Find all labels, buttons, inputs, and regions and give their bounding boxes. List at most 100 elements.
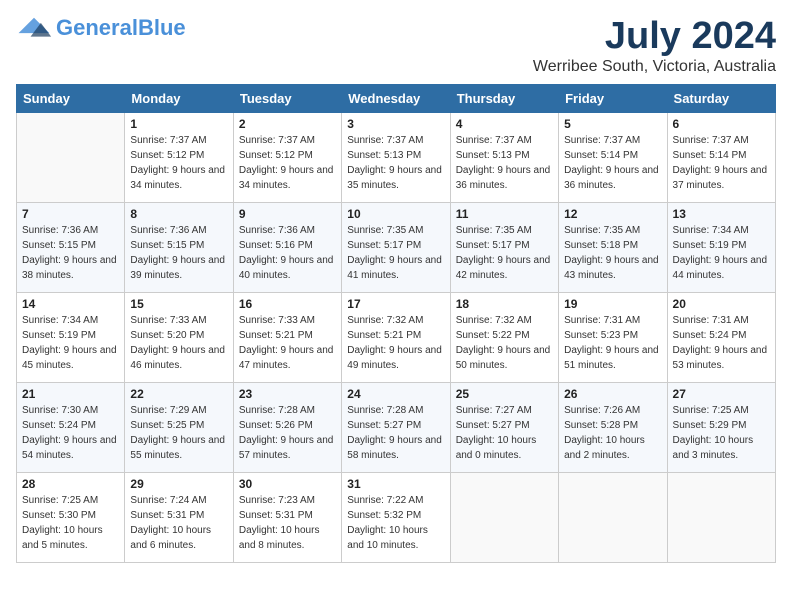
daylight-text: Daylight: 9 hours and 38 minutes. <box>22 253 119 283</box>
day-cell <box>17 112 125 202</box>
col-header-friday: Friday <box>559 84 667 112</box>
daylight-text: Daylight: 9 hours and 41 minutes. <box>347 253 444 283</box>
sunrise-text: Sunrise: 7:36 AM <box>239 223 336 238</box>
daylight-text: Daylight: 9 hours and 34 minutes. <box>130 163 227 193</box>
sunset-text: Sunset: 5:29 PM <box>673 418 770 433</box>
day-info: Sunrise: 7:36 AMSunset: 5:15 PMDaylight:… <box>130 223 227 283</box>
day-cell: 18Sunrise: 7:32 AMSunset: 5:22 PMDayligh… <box>450 292 558 382</box>
sunset-text: Sunset: 5:31 PM <box>130 508 227 523</box>
calendar-table: SundayMondayTuesdayWednesdayThursdayFrid… <box>16 84 776 563</box>
day-cell: 7Sunrise: 7:36 AMSunset: 5:15 PMDaylight… <box>17 202 125 292</box>
day-info: Sunrise: 7:37 AMSunset: 5:13 PMDaylight:… <box>456 133 553 193</box>
day-cell: 4 Sunrise: 7:37 AMSunset: 5:13 PMDaylight… <box>450 112 558 202</box>
daylight-text: Daylight: 9 hours and 39 minutes. <box>130 253 227 283</box>
daylight-text: Daylight: 9 hours and 40 minutes. <box>239 253 336 283</box>
day-info: Sunrise: 7:31 AMSunset: 5:24 PMDaylight:… <box>673 313 770 373</box>
sunset-text: Sunset: 5:13 PM <box>456 148 553 163</box>
day-info: Sunrise: 7:37 AMSunset: 5:14 PMDaylight:… <box>673 133 770 193</box>
sunset-text: Sunset: 5:31 PM <box>239 508 336 523</box>
sunrise-text: Sunrise: 7:35 AM <box>347 223 444 238</box>
day-cell: 22Sunrise: 7:29 AMSunset: 5:25 PMDayligh… <box>125 382 233 472</box>
day-number: 26 <box>564 387 661 401</box>
sunset-text: Sunset: 5:24 PM <box>673 328 770 343</box>
day-cell: 16Sunrise: 7:33 AMSunset: 5:21 PMDayligh… <box>233 292 341 382</box>
day-info: Sunrise: 7:35 AMSunset: 5:17 PMDaylight:… <box>347 223 444 283</box>
daylight-text: Daylight: 9 hours and 36 minutes. <box>564 163 661 193</box>
day-info: Sunrise: 7:27 AMSunset: 5:27 PMDaylight:… <box>456 403 553 463</box>
sunrise-text: Sunrise: 7:31 AM <box>673 313 770 328</box>
logo: GeneralBlue <box>16 16 186 40</box>
sunrise-text: Sunrise: 7:37 AM <box>239 133 336 148</box>
location-title: Werribee South, Victoria, Australia <box>533 58 776 76</box>
sunrise-text: Sunrise: 7:24 AM <box>130 493 227 508</box>
daylight-text: Daylight: 10 hours and 2 minutes. <box>564 433 661 463</box>
sunset-text: Sunset: 5:28 PM <box>564 418 661 433</box>
col-header-saturday: Saturday <box>667 84 775 112</box>
sunset-text: Sunset: 5:30 PM <box>22 508 119 523</box>
col-header-sunday: Sunday <box>17 84 125 112</box>
sunset-text: Sunset: 5:16 PM <box>239 238 336 253</box>
day-cell: 20Sunrise: 7:31 AMSunset: 5:24 PMDayligh… <box>667 292 775 382</box>
daylight-text: Daylight: 9 hours and 46 minutes. <box>130 343 227 373</box>
daylight-text: Daylight: 10 hours and 10 minutes. <box>347 523 444 553</box>
daylight-text: Daylight: 9 hours and 45 minutes. <box>22 343 119 373</box>
sunset-text: Sunset: 5:22 PM <box>456 328 553 343</box>
day-cell: 17Sunrise: 7:32 AMSunset: 5:21 PMDayligh… <box>342 292 450 382</box>
daylight-text: Daylight: 9 hours and 58 minutes. <box>347 433 444 463</box>
day-info: Sunrise: 7:34 AMSunset: 5:19 PMDaylight:… <box>22 313 119 373</box>
day-number: 9 <box>239 207 336 221</box>
day-info: Sunrise: 7:37 AMSunset: 5:12 PMDaylight:… <box>130 133 227 193</box>
day-cell: 31Sunrise: 7:22 AMSunset: 5:32 PMDayligh… <box>342 472 450 562</box>
day-cell: 24Sunrise: 7:28 AMSunset: 5:27 PMDayligh… <box>342 382 450 472</box>
sunset-text: Sunset: 5:17 PM <box>347 238 444 253</box>
day-number: 29 <box>130 477 227 491</box>
day-cell: 3Sunrise: 7:37 AMSunset: 5:13 PMDaylight… <box>342 112 450 202</box>
day-cell: 21Sunrise: 7:30 AMSunset: 5:24 PMDayligh… <box>17 382 125 472</box>
sunset-text: Sunset: 5:26 PM <box>239 418 336 433</box>
sunrise-text: Sunrise: 7:23 AM <box>239 493 336 508</box>
day-number: 30 <box>239 477 336 491</box>
day-number: 8 <box>130 207 227 221</box>
sunset-text: Sunset: 5:14 PM <box>673 148 770 163</box>
daylight-text: Daylight: 9 hours and 53 minutes. <box>673 343 770 373</box>
week-row-4: 28Sunrise: 7:25 AMSunset: 5:30 PMDayligh… <box>17 472 776 562</box>
day-number: 19 <box>564 297 661 311</box>
daylight-text: Daylight: 9 hours and 35 minutes. <box>347 163 444 193</box>
sunrise-text: Sunrise: 7:22 AM <box>347 493 444 508</box>
day-cell: 11Sunrise: 7:35 AMSunset: 5:17 PMDayligh… <box>450 202 558 292</box>
day-number: 2 <box>239 117 336 131</box>
calendar-header-row: SundayMondayTuesdayWednesdayThursdayFrid… <box>17 84 776 112</box>
day-cell: 27Sunrise: 7:25 AMSunset: 5:29 PMDayligh… <box>667 382 775 472</box>
sunset-text: Sunset: 5:25 PM <box>130 418 227 433</box>
day-info: Sunrise: 7:25 AMSunset: 5:30 PMDaylight:… <box>22 493 119 553</box>
daylight-text: Daylight: 9 hours and 43 minutes. <box>564 253 661 283</box>
sunrise-text: Sunrise: 7:31 AM <box>564 313 661 328</box>
day-cell: 12Sunrise: 7:35 AMSunset: 5:18 PMDayligh… <box>559 202 667 292</box>
sunrise-text: Sunrise: 7:28 AM <box>347 403 444 418</box>
day-info: Sunrise: 7:33 AMSunset: 5:20 PMDaylight:… <box>130 313 227 373</box>
day-number: 4 <box>456 117 553 131</box>
day-cell: 14Sunrise: 7:34 AMSunset: 5:19 PMDayligh… <box>17 292 125 382</box>
day-info: Sunrise: 7:25 AMSunset: 5:29 PMDaylight:… <box>673 403 770 463</box>
day-info: Sunrise: 7:32 AMSunset: 5:21 PMDaylight:… <box>347 313 444 373</box>
day-number: 13 <box>673 207 770 221</box>
sunrise-text: Sunrise: 7:33 AM <box>130 313 227 328</box>
daylight-text: Daylight: 10 hours and 5 minutes. <box>22 523 119 553</box>
day-info: Sunrise: 7:36 AMSunset: 5:15 PMDaylight:… <box>22 223 119 283</box>
logo-part1: General <box>56 15 138 40</box>
day-number: 5 <box>564 117 661 131</box>
day-cell <box>559 472 667 562</box>
sunset-text: Sunset: 5:27 PM <box>456 418 553 433</box>
day-cell: 25Sunrise: 7:27 AMSunset: 5:27 PMDayligh… <box>450 382 558 472</box>
sunset-text: Sunset: 5:12 PM <box>130 148 227 163</box>
sunrise-text: Sunrise: 7:37 AM <box>456 133 553 148</box>
daylight-text: Daylight: 9 hours and 55 minutes. <box>130 433 227 463</box>
day-number: 21 <box>22 387 119 401</box>
daylight-text: Daylight: 9 hours and 49 minutes. <box>347 343 444 373</box>
day-cell: 15Sunrise: 7:33 AMSunset: 5:20 PMDayligh… <box>125 292 233 382</box>
sunrise-text: Sunrise: 7:33 AM <box>239 313 336 328</box>
daylight-text: Daylight: 10 hours and 8 minutes. <box>239 523 336 553</box>
sunrise-text: Sunrise: 7:35 AM <box>456 223 553 238</box>
week-row-1: 7Sunrise: 7:36 AMSunset: 5:15 PMDaylight… <box>17 202 776 292</box>
day-cell: 13Sunrise: 7:34 AMSunset: 5:19 PMDayligh… <box>667 202 775 292</box>
